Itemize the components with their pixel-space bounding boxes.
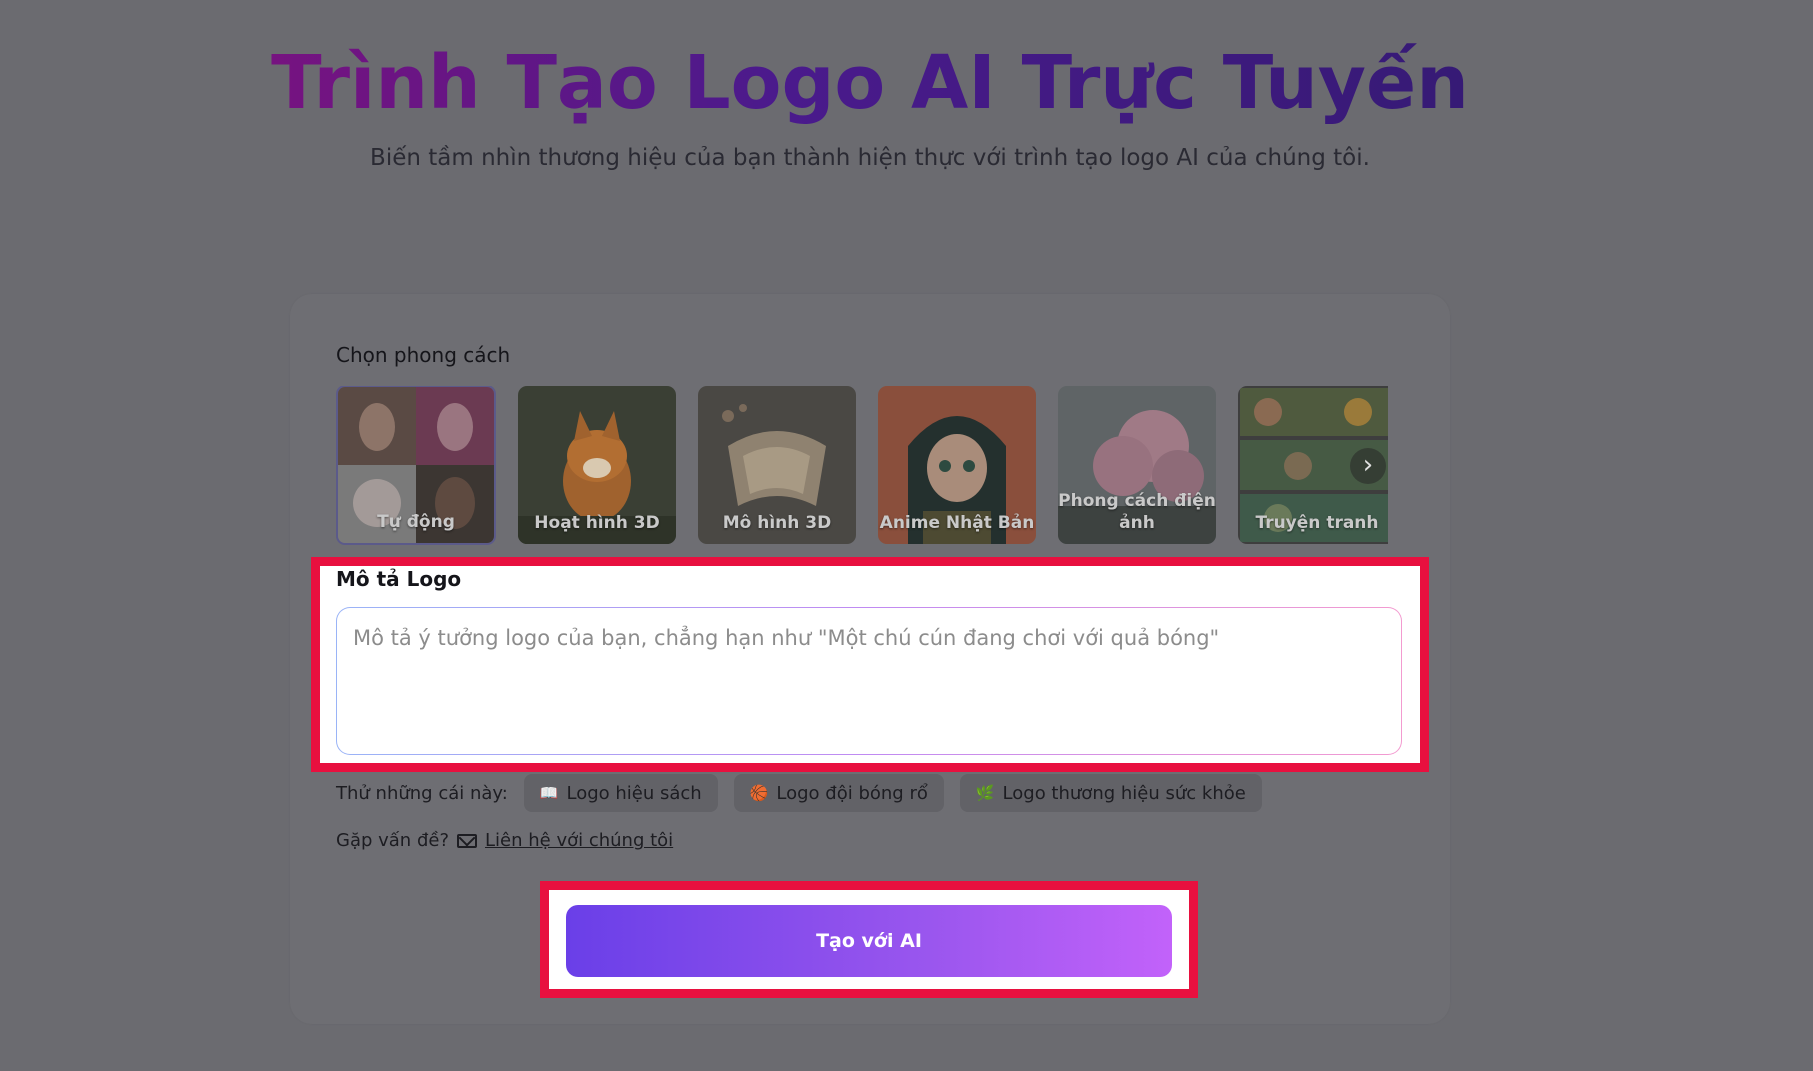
style-name: Anime Nhật Bản xyxy=(879,513,1035,533)
chevron-right-icon[interactable]: › xyxy=(1350,448,1386,484)
contact-link[interactable]: Liên hệ với chúng tôi xyxy=(485,830,673,851)
book-icon: 📖 xyxy=(539,784,559,802)
style-section-label: Chọn phong cách xyxy=(336,343,511,367)
leaf-icon: 🌿 xyxy=(975,784,995,802)
style-name: Truyện tranh xyxy=(1255,513,1379,533)
page-subtitle: Biến tầm nhìn thương hiệu của bạn thành … xyxy=(370,145,1370,171)
contact-row: Gặp vấn đề? Liên hệ với chúng tôi xyxy=(336,830,673,851)
description-label: Mô tả Logo xyxy=(336,567,462,591)
style-option-anime[interactable]: Anime Nhật Bản xyxy=(878,386,1036,544)
generate-with-ai-button[interactable]: Tạo với AI xyxy=(566,905,1172,977)
contact-prompt: Gặp vấn đề? xyxy=(336,830,449,851)
suggestion-chip-bookstore[interactable]: 📖 Logo hiệu sách xyxy=(523,774,718,812)
suggestion-row: Thử những cái này: 📖 Logo hiệu sách 🏀 Lo… xyxy=(336,774,1262,812)
style-name: Mô hình 3D xyxy=(722,513,832,533)
style-name: Phong cách điện ảnh xyxy=(1058,491,1216,533)
style-option-cinematic[interactable]: Phong cách điện ảnh xyxy=(1058,386,1216,544)
chip-label: Logo thương hiệu sức khỏe xyxy=(1002,782,1246,804)
style-name: Hoạt hình 3D xyxy=(534,513,660,533)
basketball-icon: 🏀 xyxy=(749,784,769,802)
chip-label: Logo hiệu sách xyxy=(566,782,702,804)
style-option-3d-model[interactable]: Mô hình 3D xyxy=(698,386,856,544)
chip-label: Logo đội bóng rổ xyxy=(776,782,928,804)
style-carousel: Tự động Hoạt hình 3D Mô hình 3D Anime Nh… xyxy=(336,386,1388,546)
suggestion-chip-basketball[interactable]: 🏀 Logo đội bóng rổ xyxy=(733,774,944,812)
style-option-3d-cartoon[interactable]: Hoạt hình 3D xyxy=(518,386,676,544)
logo-description-input[interactable] xyxy=(336,607,1402,755)
suggestion-label: Thử những cái này: xyxy=(336,782,508,804)
style-option-auto[interactable]: Tự động xyxy=(336,386,496,545)
page-title: Trình Tạo Logo AI Trực Tuyến xyxy=(0,40,1740,126)
mail-icon xyxy=(457,833,477,848)
style-name: Tự động xyxy=(377,512,455,532)
suggestion-chip-health[interactable]: 🌿 Logo thương hiệu sức khỏe xyxy=(959,774,1262,812)
